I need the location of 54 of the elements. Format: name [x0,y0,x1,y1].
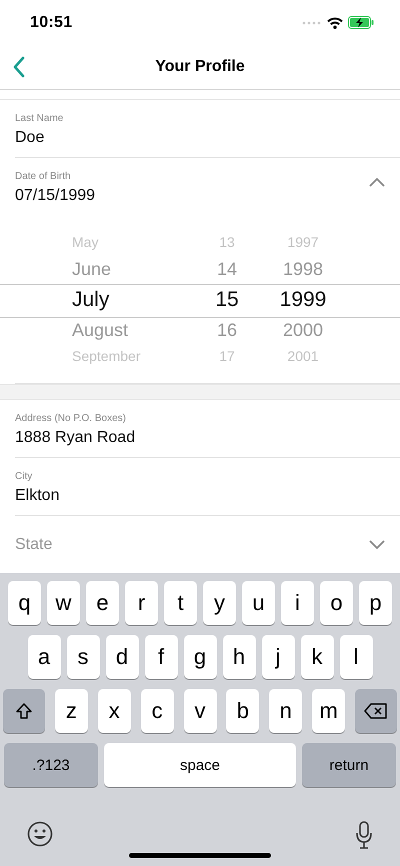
key[interactable]: e [86,581,119,625]
key[interactable]: v [184,689,216,733]
key[interactable]: .?123 [4,743,98,787]
field-label: Date of Birth [15,171,72,182]
field-label: City [15,471,34,482]
key[interactable]: s [66,635,100,679]
back-icon[interactable] [12,56,26,78]
screen-title: Your Profile [155,58,245,76]
delete-key[interactable] [355,689,397,733]
key[interactable]: m [312,689,346,733]
microphone-icon[interactable] [355,821,373,849]
key[interactable]: l [340,635,372,679]
key[interactable]: r [125,581,158,625]
key[interactable]: w [47,581,80,625]
key[interactable]: c [140,689,174,733]
key[interactable]: t [164,581,197,625]
picker-option[interactable]: 15 [215,283,239,315]
key[interactable]: i [281,581,314,625]
picker-option[interactable]: 1999 [280,283,326,315]
field-label: Last Name [15,113,64,124]
shift-icon [15,702,33,720]
input-field[interactable]: 1888 Ryan Road [15,429,136,447]
key[interactable]: f [144,635,178,679]
input-field[interactable]: 07/15/1999 [15,187,96,205]
chevron-up-icon[interactable] [368,177,386,187]
key[interactable]: x [98,689,131,733]
signal-icon [302,20,322,26]
key[interactable]: n [269,689,302,733]
wifi-icon [327,16,343,28]
key[interactable]: j [262,635,294,679]
chevron-down-icon[interactable] [368,540,386,550]
key[interactable]: b [226,689,260,733]
field-label: Address (No P.O. Boxes) [15,413,127,424]
shift-key[interactable] [3,689,45,733]
input-field[interactable]: Elkton [15,487,60,505]
input-field[interactable]: Doe [15,129,64,147]
delete-icon [364,703,388,719]
emoji-icon[interactable] [27,821,53,847]
key[interactable]: p [359,581,392,625]
key[interactable]: return [302,743,396,787]
key[interactable]: d [106,635,138,679]
space-key[interactable]: space [104,743,296,787]
key[interactable]: h [222,635,256,679]
status-time: 10:51 [30,14,72,32]
key[interactable]: u [242,581,275,625]
key[interactable]: y [203,581,236,625]
picker-option[interactable]: July [72,283,202,315]
key[interactable]: o [320,581,353,625]
battery-charging-icon [348,16,374,29]
key[interactable]: z [54,689,88,733]
key[interactable]: a [28,635,60,679]
key[interactable]: q [8,581,41,625]
key[interactable]: k [300,635,334,679]
key[interactable]: g [184,635,216,679]
